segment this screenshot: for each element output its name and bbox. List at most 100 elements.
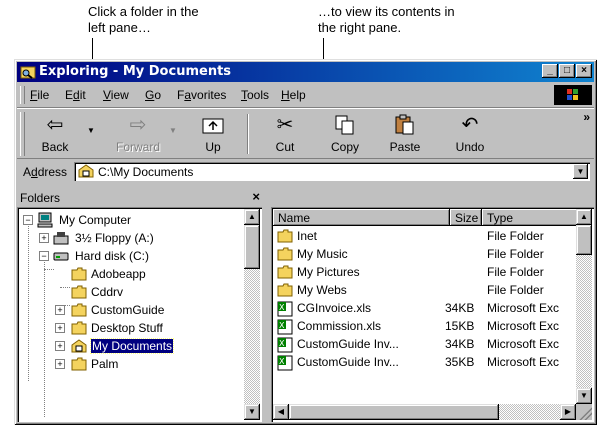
scroll-thumb[interactable]: [576, 225, 592, 255]
scroll-up-button[interactable]: ▲: [576, 209, 592, 225]
menu-favorites[interactable]: Favorites: [177, 88, 226, 102]
address-input[interactable]: C:\My Documents ▼: [74, 162, 590, 181]
minimize-button[interactable]: _: [542, 64, 558, 78]
scroll-down-button[interactable]: ▼: [576, 388, 592, 404]
file-list-horizontal-scrollbar[interactable]: ◀ ▶: [273, 404, 576, 420]
file-row[interactable]: My Webs File Folder: [273, 281, 573, 299]
expand-icon[interactable]: +: [55, 305, 65, 315]
expand-icon[interactable]: +: [55, 341, 65, 351]
column-header-label: Name: [278, 211, 311, 225]
cut-button[interactable]: ✂ Cut: [257, 112, 313, 156]
menu-file[interactable]: File: [30, 88, 49, 102]
scroll-thumb[interactable]: [244, 225, 260, 269]
excel-file-icon: X: [277, 355, 293, 371]
undo-button[interactable]: ↶ Undo: [442, 112, 498, 156]
file-row[interactable]: My Pictures File Folder: [273, 263, 573, 281]
folder-tree-scrollbar[interactable]: ▲ ▼: [244, 209, 260, 420]
file-row[interactable]: Inet File Folder: [273, 227, 573, 245]
scroll-left-icon: ◀: [277, 407, 285, 416]
folder-icon: [277, 229, 293, 243]
file-type: File Folder: [487, 283, 544, 297]
file-row[interactable]: X CGInvoice.xls 34KB Microsoft Exc: [273, 299, 573, 317]
scroll-thumb[interactable]: [289, 404, 499, 420]
size-grip-icon[interactable]: [576, 404, 592, 420]
tree-item-my-computer[interactable]: − My Computer: [21, 211, 221, 229]
scroll-left-button[interactable]: ◀: [273, 404, 289, 420]
floppy-icon: [53, 232, 69, 245]
undo-icon: ↶: [461, 114, 479, 136]
folders-pane-close-icon[interactable]: ×: [252, 189, 260, 204]
excel-file-icon: X: [277, 337, 293, 353]
tree-item-customguide[interactable]: + CustomGuide: [21, 301, 221, 319]
expand-icon[interactable]: +: [55, 323, 65, 333]
left-callout-line-2: left pane…: [88, 20, 151, 35]
menu-edit-hotkey: d: [73, 88, 80, 102]
file-row[interactable]: X CustomGuide Inv... 34KB Microsoft Exc: [273, 335, 573, 353]
column-header-name[interactable]: Name: [273, 209, 450, 226]
column-header-size[interactable]: Size: [450, 209, 482, 226]
excel-file-icon: X: [277, 319, 293, 335]
window-title: Exploring - My Documents: [39, 64, 232, 79]
tree-item-desktop-stuff[interactable]: + Desktop Stuff: [21, 319, 221, 337]
harddisk-icon: [53, 252, 69, 261]
menu-tools[interactable]: Tools: [241, 88, 269, 102]
file-list-vertical-scrollbar[interactable]: ▲ ▼: [576, 209, 592, 404]
collapse-icon[interactable]: −: [23, 215, 33, 225]
menu-go[interactable]: Go: [145, 88, 161, 102]
address-label-rest: dress: [37, 165, 68, 179]
folder-icon: [71, 303, 87, 317]
forward-arrow-icon: ⇨: [129, 114, 147, 136]
column-header-type[interactable]: Type: [482, 209, 578, 226]
menu-view[interactable]: View: [103, 88, 129, 102]
file-list-pane: Name Size Type Inet File Folder My Music…: [271, 207, 594, 422]
menu-view-rest: iew: [110, 88, 129, 102]
tree-item-palm[interactable]: + Palm: [21, 355, 221, 373]
file-row[interactable]: X CustomGuide Inv... 35KB Microsoft Exc: [273, 353, 573, 371]
maximize-button[interactable]: □: [559, 64, 575, 78]
scroll-right-button[interactable]: ▶: [560, 404, 576, 420]
file-size: 34KB: [445, 301, 475, 315]
forward-dropdown-icon[interactable]: ▼: [169, 126, 177, 135]
expand-icon[interactable]: +: [39, 233, 49, 243]
tree-item-cddrv[interactable]: Cddrv: [21, 283, 221, 301]
tree-item-adobeapp[interactable]: Adobeapp: [21, 265, 221, 283]
scroll-down-button[interactable]: ▼: [244, 404, 260, 420]
tree-item-hard-disk[interactable]: − Hard disk (C:): [21, 247, 221, 265]
toolbar-grip[interactable]: [20, 112, 25, 156]
menubar-grip[interactable]: [20, 86, 25, 104]
forward-button[interactable]: ⇨ Forward: [109, 112, 167, 156]
file-name: My Music: [297, 247, 348, 261]
file-row[interactable]: My Music File Folder: [273, 245, 573, 263]
expand-icon[interactable]: +: [55, 359, 65, 369]
back-label: Back: [41, 140, 69, 154]
scroll-up-button[interactable]: ▲: [244, 209, 260, 225]
menu-favorites-rest: vorites: [191, 88, 227, 102]
scroll-right-icon: ▶: [564, 407, 572, 416]
title-bar[interactable]: Exploring - My Documents _ □ ×: [17, 62, 594, 82]
address-dropdown-button[interactable]: ▼: [573, 164, 588, 179]
file-name: Inet: [297, 229, 318, 243]
address-label-pre: A: [23, 165, 32, 179]
file-row[interactable]: X Commission.xls 15KB Microsoft Exc: [273, 317, 573, 335]
back-button[interactable]: ⇦ Back: [29, 112, 81, 156]
menu-edit[interactable]: Edit: [65, 88, 86, 102]
copy-button[interactable]: Copy: [317, 112, 373, 156]
forward-label: Forward: [115, 140, 160, 154]
menu-help-rest: elp: [289, 88, 306, 102]
tree-item-label: CustomGuide: [91, 303, 165, 317]
tree-item-my-documents[interactable]: + My Documents: [21, 337, 221, 355]
menu-help[interactable]: Help: [281, 88, 306, 102]
up-button[interactable]: Up: [187, 112, 239, 156]
file-name: CustomGuide Inv...: [297, 355, 399, 369]
paste-button[interactable]: Paste: [377, 112, 433, 156]
scissors-icon: ✂: [276, 114, 294, 136]
tree-item-floppy[interactable]: + 3½ Floppy (A:): [21, 229, 221, 247]
file-type: Microsoft Exc: [487, 319, 560, 333]
toolbar-overflow-icon[interactable]: »: [583, 110, 590, 124]
close-button[interactable]: ×: [576, 64, 592, 78]
left-callout-line-1: Click a folder in the: [88, 4, 199, 19]
menu-help-hotkey: H: [281, 88, 290, 102]
collapse-icon[interactable]: −: [39, 251, 49, 261]
back-dropdown-icon[interactable]: ▼: [87, 126, 95, 135]
folder-icon: [277, 283, 293, 297]
